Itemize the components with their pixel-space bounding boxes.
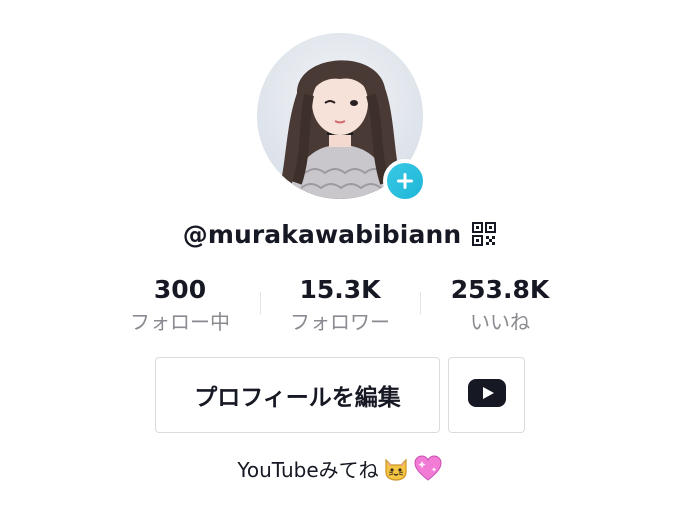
username-row: @murakawabibiann — [0, 214, 680, 254]
stat-followers-value: 15.3K — [299, 275, 381, 304]
youtube-icon — [467, 379, 506, 411]
stats-row: 300 フォロー中 15.3K フォロワー 253.8K いいね — [100, 274, 580, 338]
stat-followers[interactable]: 15.3K フォロワー — [260, 274, 420, 336]
stat-following-value: 300 — [153, 275, 207, 304]
youtube-button[interactable] — [448, 357, 525, 433]
bio-text: YouTubeみてね — [237, 457, 379, 482]
stat-likes-label: いいね — [470, 310, 530, 334]
add-avatar-button[interactable] — [383, 159, 427, 203]
avatar-container — [257, 33, 427, 203]
edit-profile-button[interactable]: プロフィールを編集 — [155, 357, 440, 433]
bio: YouTubeみてね — [0, 450, 680, 486]
stat-followers-label: フォロワー — [290, 310, 390, 334]
stat-following[interactable]: 300 フォロー中 — [100, 274, 260, 336]
stat-following-label: フォロー中 — [130, 310, 230, 334]
qr-code-icon[interactable] — [471, 221, 497, 247]
profile-page: @murakawabibiann 300 フォロー中 15.3K フォロワー 2… — [0, 0, 680, 505]
stat-likes[interactable]: 253.8K いいね — [420, 274, 580, 336]
plus-icon — [395, 171, 415, 191]
username: @murakawabibiann — [182, 219, 462, 249]
stat-likes-value: 253.8K — [450, 275, 550, 304]
stat-divider — [260, 292, 261, 314]
cat-face-icon — [382, 454, 410, 482]
sparkling-heart-icon — [413, 454, 443, 482]
stat-divider — [420, 292, 421, 314]
